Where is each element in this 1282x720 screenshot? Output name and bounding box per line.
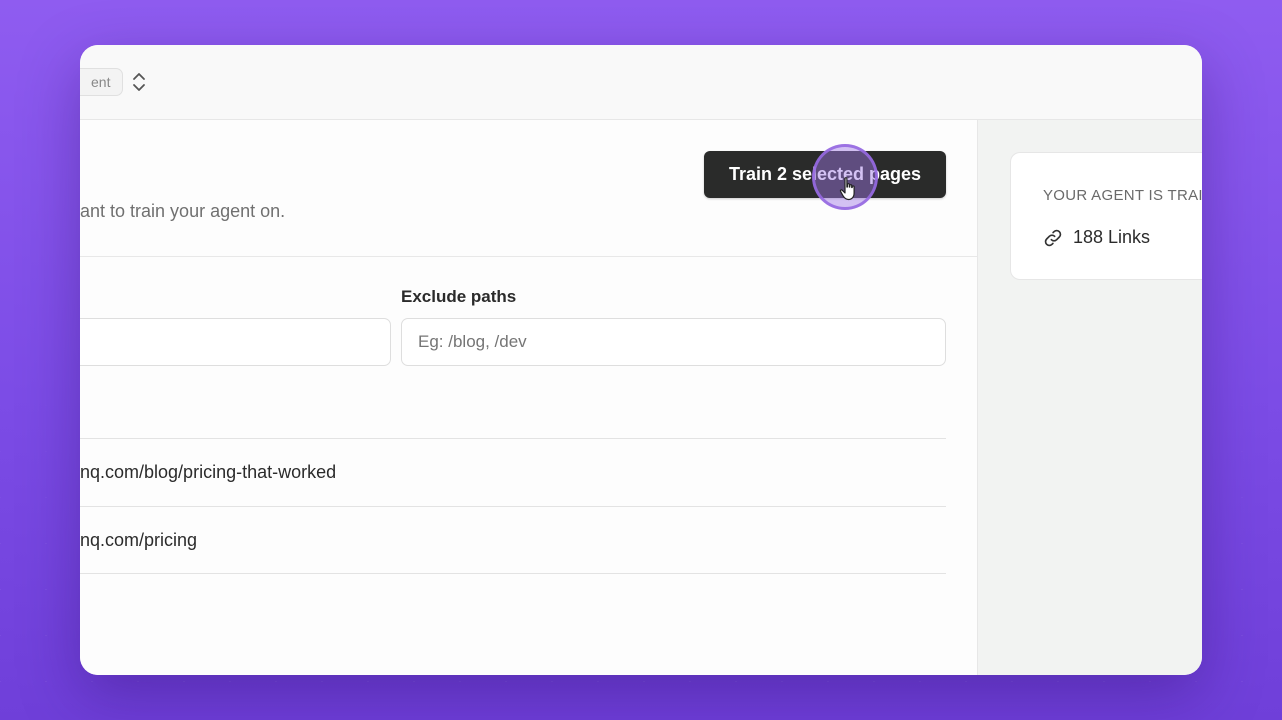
chevron-up-down-icon[interactable]	[130, 72, 148, 92]
training-heading: YOUR AGENT IS TRAI	[1043, 187, 1202, 204]
link-url: nq.com/pricing	[80, 529, 198, 550]
links-list: nq.com/blog/pricing-that-worked nq.com/p…	[80, 438, 946, 574]
top-bar: ent	[80, 45, 1202, 120]
hand-pointer-icon	[839, 177, 855, 201]
link-url: nq.com/blog/pricing-that-worked	[80, 462, 337, 482]
list-item[interactable]: nq.com/blog/pricing-that-worked	[80, 438, 946, 506]
main-panel: ant to train your agent on. Train 2 sele…	[80, 120, 978, 675]
links-count: 188 Links	[1073, 227, 1151, 247]
agent-selector-chip[interactable]: ent	[80, 68, 124, 96]
side-panel: YOUR AGENT IS TRAI 188 Links	[978, 120, 1202, 675]
agent-selector-label: ent	[91, 74, 111, 90]
page-subtitle: ant to train your agent on.	[80, 201, 286, 221]
links-count-row: 188 Links	[1043, 227, 1150, 248]
training-summary-card: YOUR AGENT IS TRAI 188 Links	[1010, 152, 1202, 280]
app-window: ent ant to train your agent on. Train 2 …	[80, 45, 1202, 675]
exclude-paths-label: Exclude paths	[401, 287, 517, 306]
list-item[interactable]: nq.com/pricing	[80, 506, 946, 574]
page-header: ant to train your agent on. Train 2 sele…	[80, 120, 977, 257]
link-icon	[1044, 229, 1062, 246]
include-paths-input[interactable]	[80, 318, 391, 366]
exclude-paths-input[interactable]	[401, 318, 946, 366]
